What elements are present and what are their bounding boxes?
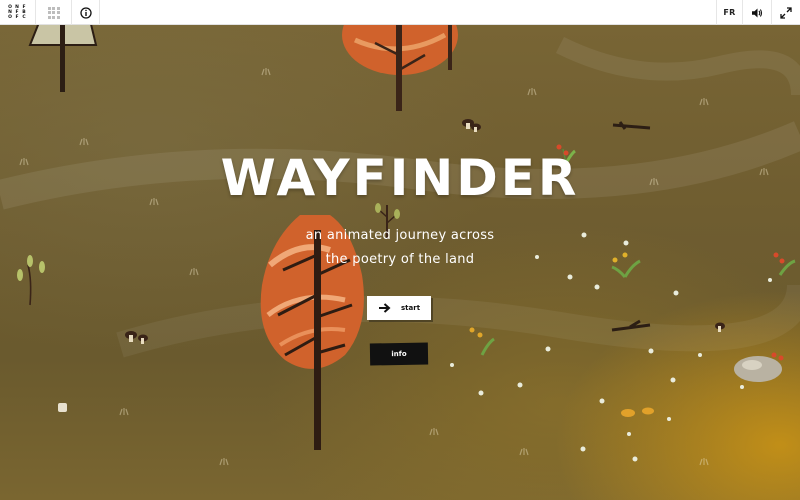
flower-yellow-mid [469, 327, 495, 356]
expand-icon [780, 6, 792, 19]
info-button[interactable] [72, 0, 100, 25]
language-toggle[interactable]: FR [716, 0, 742, 25]
sound-button[interactable] [742, 0, 771, 25]
page-title: WAYFINDER [220, 149, 580, 207]
arrow-right-icon [379, 303, 391, 313]
nfb-logo[interactable]: O N F N F B O F C [0, 0, 36, 25]
start-button-label: start [401, 304, 421, 312]
start-button[interactable]: start [367, 296, 431, 320]
landscape-scene: WAYFINDER an animated journey across the… [0, 25, 800, 500]
stump [58, 403, 67, 412]
speaker-icon [752, 8, 763, 17]
tree-top-left [28, 25, 98, 92]
grid-dots-icon [47, 6, 60, 19]
logo-mark: O N F N F B O F C [8, 4, 26, 20]
tree-large [260, 215, 364, 450]
top-bar: O N F N F B O F C FR [0, 0, 800, 25]
tree-top-center [342, 25, 458, 111]
info-icon [79, 6, 92, 19]
mushrooms-top [462, 119, 481, 132]
menu-grid-button[interactable] [36, 0, 72, 25]
subtitle-line-1: an animated journey across [305, 228, 495, 243]
subtitle-line-2: the poetry of the land [325, 252, 475, 267]
language-label: FR [723, 8, 736, 17]
twig-right-top [612, 121, 651, 130]
info-button-hero[interactable]: info [369, 342, 429, 366]
fullscreen-button[interactable] [771, 0, 800, 25]
rock [734, 352, 784, 382]
golden-mushrooms [621, 407, 654, 417]
info-button-label: info [391, 349, 407, 359]
